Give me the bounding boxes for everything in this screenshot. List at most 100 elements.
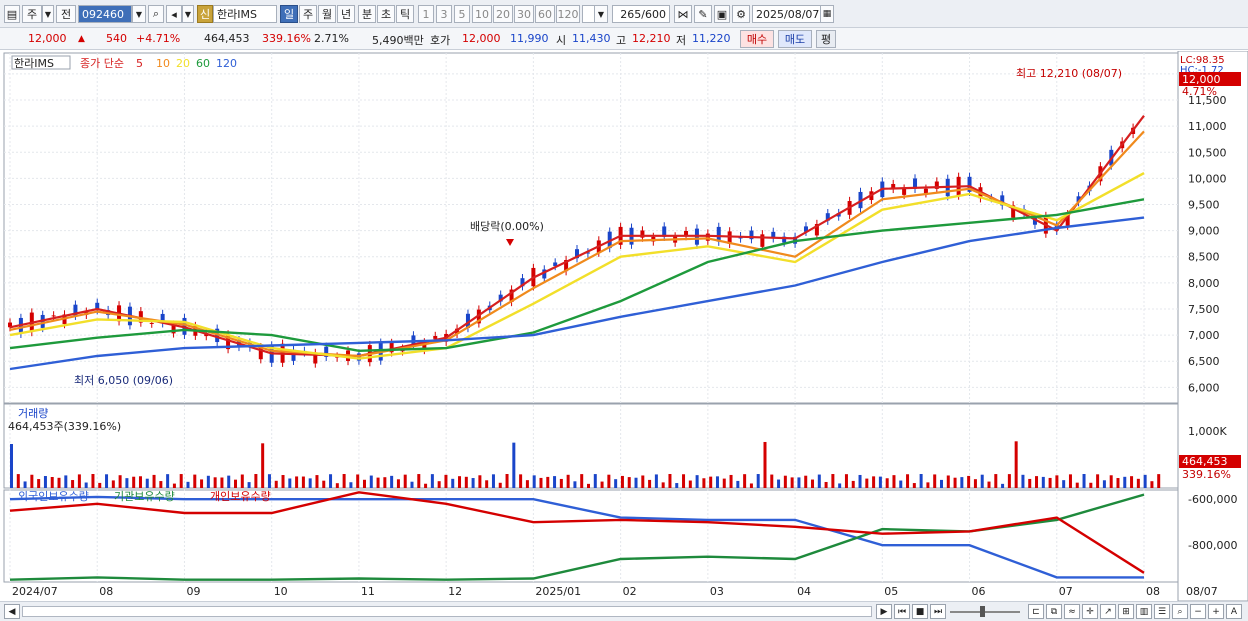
volume-bar: [532, 475, 536, 488]
window-menu-icon[interactable]: ▤: [4, 5, 20, 23]
zoom-in-icon[interactable]: +: [1208, 604, 1224, 619]
volume-bar: [444, 474, 448, 488]
volume-title: 거래량: [18, 407, 48, 420]
time-axis-label: 2025/01: [535, 585, 581, 598]
volume-bar: [539, 477, 543, 488]
time-axis-label: 05: [884, 585, 898, 598]
list-icon[interactable]: ☰: [1154, 604, 1170, 619]
volume-bar: [301, 476, 305, 488]
volume-bar: [519, 474, 523, 488]
volume-bar: [783, 475, 787, 488]
interval-1-button[interactable]: 1: [418, 5, 434, 23]
period-second-button[interactable]: 초: [377, 5, 395, 23]
volume-bar: [491, 474, 495, 488]
candle-body: [51, 315, 56, 317]
interval-dropdown-icon[interactable]: ▼: [594, 5, 608, 23]
sound-icon[interactable]: ◂: [166, 5, 182, 23]
volume-bar: [166, 474, 170, 488]
volume-bar: [417, 474, 421, 488]
bar-icon[interactable]: ▥: [1136, 604, 1152, 619]
sell-label: 매도: [784, 33, 806, 46]
zoom-slider[interactable]: [950, 611, 1020, 613]
volume-bar: [390, 475, 394, 488]
period-week-button[interactable]: 주: [299, 5, 317, 23]
interval-120-label: 120: [557, 7, 579, 21]
volume-bar: [1130, 476, 1134, 488]
eval-button[interactable]: 평: [816, 30, 836, 48]
period-select[interactable]: 주: [22, 5, 42, 23]
volume-bar: [994, 474, 998, 488]
data-count-field[interactable]: 265/600: [612, 5, 670, 23]
interval-20-button[interactable]: 20: [493, 5, 513, 23]
save-icon[interactable]: ▣: [714, 5, 730, 23]
volume-bar: [125, 478, 129, 488]
trade-amount: 5,490백만: [372, 34, 424, 47]
volume-bar: [885, 478, 889, 488]
period-year-button[interactable]: 년: [337, 5, 355, 23]
period-tick-button[interactable]: 틱: [396, 5, 414, 23]
calendar-icon[interactable]: ▦: [820, 5, 834, 23]
volume-value-text: 464,453주(339.16%): [8, 420, 121, 433]
stock-name-field[interactable]: 한라IMS: [213, 5, 277, 23]
split-icon[interactable]: ⊞: [1118, 604, 1134, 619]
trend-icon[interactable]: ↗: [1100, 604, 1116, 619]
volume-bar: [709, 476, 713, 488]
period-month-button[interactable]: 월: [318, 5, 336, 23]
chart-area[interactable]: 11,500 11,000 10,500 10,000 9,500 9,000 8,500 8…: [0, 50, 1248, 602]
period-day-button[interactable]: 일: [280, 5, 298, 23]
scroll-first-icon[interactable]: ⏮: [894, 604, 910, 619]
scroll-right-icon[interactable]: ▶: [876, 604, 892, 619]
period-dropdown-icon[interactable]: ▼: [42, 5, 54, 23]
volume-bar: [559, 478, 563, 488]
price-tick-label: 9,500: [1188, 198, 1220, 211]
interval-30-button[interactable]: 30: [514, 5, 534, 23]
draw-tool-icon[interactable]: ✎: [694, 5, 712, 23]
layout-icon[interactable]: ⊏: [1028, 604, 1044, 619]
crosshair-icon[interactable]: ✛: [1082, 604, 1098, 619]
sell-button[interactable]: 매도: [778, 30, 812, 48]
interval-3-button[interactable]: 3: [436, 5, 452, 23]
volume-bar: [43, 476, 47, 488]
scroll-last-icon[interactable]: ⏭: [930, 604, 946, 619]
volume-bar: [715, 476, 719, 488]
count-value: 265: [620, 7, 642, 21]
new-badge[interactable]: 신: [197, 5, 213, 23]
volume-bar: [953, 477, 957, 488]
stock-chart-svg[interactable]: 11,50011,00010,50010,0009,5009,0008,5008…: [0, 50, 1248, 602]
holding-legend-0: 외국인보유수량: [18, 490, 89, 503]
horizontal-scrollbar-track[interactable]: [22, 606, 872, 617]
price-tick-label: 11,000: [1188, 120, 1227, 133]
code-dropdown-icon[interactable]: ▼: [132, 5, 146, 23]
volume-bar: [10, 444, 13, 488]
candle-body: [902, 188, 907, 195]
volume-bar: [1116, 478, 1120, 488]
interval-5-button[interactable]: 5: [454, 5, 470, 23]
scroll-left-icon[interactable]: ◀: [4, 604, 20, 619]
volume-bar: [132, 476, 136, 488]
volume-bar: [661, 482, 665, 488]
stop-icon[interactable]: ■: [912, 604, 928, 619]
settings-gear-icon[interactable]: ⚙: [732, 5, 750, 23]
compare-icon[interactable]: ≈: [1064, 604, 1080, 619]
font-size-icon[interactable]: A: [1226, 604, 1242, 619]
sound-dropdown-icon[interactable]: ▼: [182, 5, 194, 23]
indicator-icon[interactable]: ⋈: [674, 5, 692, 23]
volume-bar: [546, 476, 550, 488]
price-tick-label: 8,000: [1188, 277, 1220, 290]
interval-60-button[interactable]: 60: [535, 5, 555, 23]
time-axis-label: 09: [186, 585, 200, 598]
period-minute-button[interactable]: 분: [358, 5, 376, 23]
zoom-slider-handle[interactable]: [980, 606, 985, 617]
period-tick-label: 틱: [399, 8, 411, 21]
copy-icon[interactable]: ⧉: [1046, 604, 1062, 619]
interval-10-button[interactable]: 10: [472, 5, 492, 23]
volume-bar: [1075, 482, 1079, 488]
zoom-out-icon[interactable]: −: [1190, 604, 1206, 619]
search-icon[interactable]: ⌕: [148, 5, 164, 23]
prev-button[interactable]: 전: [56, 5, 76, 23]
interval-120-button[interactable]: 120: [556, 5, 580, 23]
zoom-icon[interactable]: ⌕: [1172, 604, 1188, 619]
buy-button[interactable]: 매수: [740, 30, 774, 48]
volume-bar: [899, 480, 903, 488]
stock-code-input[interactable]: 092460: [78, 5, 132, 23]
